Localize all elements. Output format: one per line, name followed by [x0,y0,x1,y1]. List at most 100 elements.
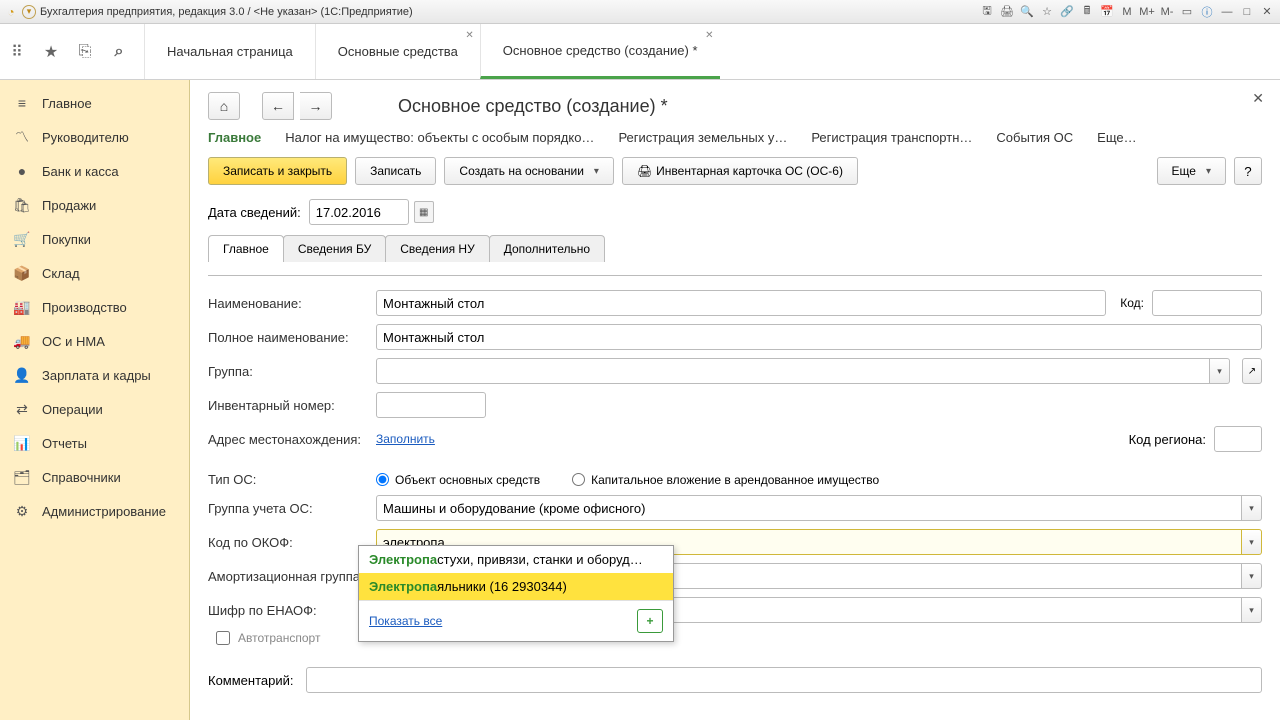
minimize-icon[interactable]: — [1218,4,1236,20]
comment-input[interactable] [306,667,1262,693]
sys-icon[interactable]: 🔗 [1058,4,1076,20]
sys-icon[interactable]: M+ [1138,4,1156,20]
auto-checkbox[interactable]: Автотранспорт [216,631,320,645]
sys-icon[interactable]: 🖫 [978,4,996,20]
save-button[interactable]: Записать [355,157,436,185]
save-close-button[interactable]: Записать и закрыть [208,157,347,185]
folder-icon: 🗂 [14,469,30,485]
sidebar-item-sales[interactable]: 🛍Продажи [0,188,189,222]
close-icon[interactable]: ✕ [1258,4,1276,20]
sidebar-item-manager[interactable]: 〽Руководителю [0,120,189,154]
add-button[interactable]: + [637,609,663,633]
subtabs: Главное Сведения БУ Сведения НУ Дополнит… [208,235,1262,262]
content: ✕ ⌂ ← → Основное средство (создание) * Г… [190,80,1280,720]
fill-address-link[interactable]: Заполнить [376,432,435,446]
person-icon: 👤 [14,367,30,383]
subtab-nu[interactable]: Сведения НУ [385,235,489,262]
sidebar-item-operations[interactable]: ⇄Операции [0,392,189,426]
tab-asset-create[interactable]: Основное средство (создание) *✕ [480,24,720,79]
print-card-button[interactable]: 🖨Инвентарная карточка ОС (ОС-6) [622,157,858,185]
sidebar-item-bank[interactable]: ●Банк и касса [0,154,189,188]
fullname-input[interactable] [376,324,1262,350]
sidebar-item-admin[interactable]: ⚙Администрирование [0,494,189,528]
bars-icon: 📊 [14,435,30,451]
sys-icon[interactable]: 🔍 [1018,4,1036,20]
print-icon: 🖨 [637,164,652,178]
subtab-extra[interactable]: Дополнительно [489,235,605,262]
sidebar-item-payroll[interactable]: 👤Зарплата и кадры [0,358,189,392]
chevron-down-icon[interactable]: ▾ [1210,358,1230,384]
maximize-icon[interactable]: □ [1238,4,1256,20]
sidebar: ≡Главное 〽Руководителю ●Банк и касса 🛍Пр… [0,80,190,720]
subtab-main[interactable]: Главное [208,235,284,262]
dropdown-item[interactable]: Электропастухи, привязи, станки и оборуд… [359,546,673,573]
chevron-down-icon[interactable]: ▾ [1242,529,1262,555]
tabnav-main[interactable]: Главное [208,130,261,145]
calendar-icon[interactable]: ▦ [414,201,434,223]
sys-icon[interactable]: 📅 [1098,4,1116,20]
region-input[interactable] [1214,426,1262,452]
sidebar-item-production[interactable]: 🏭Производство [0,290,189,324]
sidebar-item-refs[interactable]: 🗂Справочники [0,460,189,494]
chevron-down-icon[interactable]: ▾ [1242,597,1262,623]
close-icon[interactable]: ✕ [705,30,713,41]
help-button[interactable]: ? [1234,157,1262,185]
star-icon[interactable]: ★ [34,35,68,69]
date-input[interactable] [309,199,409,225]
sidebar-item-purchases[interactable]: 🛒Покупки [0,222,189,256]
tab-home[interactable]: Начальная страница [144,24,315,79]
open-ref-icon[interactable]: ↗ [1242,358,1262,384]
home-button[interactable]: ⌂ [208,92,240,120]
close-icon[interactable]: ✕ [465,30,473,41]
dropdown-item[interactable]: Электропаяльники (16 2930344) [359,573,673,600]
subtab-bu[interactable]: Сведения БУ [283,235,386,262]
swap-icon: ⇄ [14,401,30,417]
tab-assets[interactable]: Основные средства✕ [315,24,480,79]
invnum-input[interactable] [376,392,486,418]
ostype-radio-2[interactable]: Капитальное вложение в арендованное имущ… [572,473,879,487]
amgroup-label: Амортизационная группа: [208,569,368,584]
tabnav-transport[interactable]: Регистрация транспортн… [811,130,972,145]
system-buttons: 🖫 🖨 🔍 ☆ 🔗 🖩 📅 M M+ M- ▭ ⓘ — □ ✕ [978,4,1276,20]
enaof-label: Шифр по ЕНАОФ: [208,603,368,618]
sys-icon[interactable]: 🖨 [998,4,1016,20]
apps-icon[interactable]: ⠿ [0,35,34,69]
titlebar: ◔ ▾ Бухгалтерия предприятия, редакция 3.… [0,0,1280,24]
code-label: Код: [1114,296,1144,310]
forward-button[interactable]: → [300,92,332,120]
tabnav-tax[interactable]: Налог на имущество: объекты с особым пор… [285,130,594,145]
sys-icon[interactable]: ⓘ [1198,4,1216,20]
ostype-radio-1[interactable]: Объект основных средств [376,473,540,487]
sidebar-item-main[interactable]: ≡Главное [0,86,189,120]
more-button[interactable]: Еще [1157,157,1226,185]
copy-icon[interactable]: ⎘ [68,35,102,69]
accgroup-label: Группа учета ОС: [208,501,368,516]
dropdown-icon[interactable]: ▾ [22,5,36,19]
search-icon[interactable]: ⌕ [102,35,136,69]
chevron-down-icon[interactable]: ▾ [1242,563,1262,589]
group-input[interactable] [376,358,1210,384]
name-input[interactable] [376,290,1106,316]
tabnav-land[interactable]: Регистрация земельных у… [618,130,787,145]
sidebar-item-assets[interactable]: 🚚ОС и НМА [0,324,189,358]
show-all-link[interactable]: Показать все [369,614,442,628]
tabnav-more[interactable]: Еще… [1097,130,1136,145]
sys-icon[interactable]: ☆ [1038,4,1056,20]
topbar: ⠿ ★ ⎘ ⌕ Начальная страница Основные сред… [0,24,1280,80]
window-title: Бухгалтерия предприятия, редакция 3.0 / … [40,6,974,18]
back-button[interactable]: ← [262,92,294,120]
sys-icon[interactable]: 🖩 [1078,4,1096,20]
sys-icon[interactable]: M [1118,4,1136,20]
sys-icon[interactable]: M- [1158,4,1176,20]
sys-icon[interactable]: ▭ [1178,4,1196,20]
sidebar-item-warehouse[interactable]: 📦Склад [0,256,189,290]
create-based-button[interactable]: Создать на основании [444,157,614,185]
chevron-down-icon[interactable]: ▾ [1242,495,1262,521]
sidebar-item-reports[interactable]: 📊Отчеты [0,426,189,460]
date-label: Дата сведений: [208,205,301,220]
close-panel-icon[interactable]: ✕ [1252,90,1264,107]
tabnav-events[interactable]: События ОС [996,130,1073,145]
code-input[interactable] [1152,290,1262,316]
factory-icon: 🏭 [14,299,30,315]
accgroup-input[interactable] [376,495,1242,521]
